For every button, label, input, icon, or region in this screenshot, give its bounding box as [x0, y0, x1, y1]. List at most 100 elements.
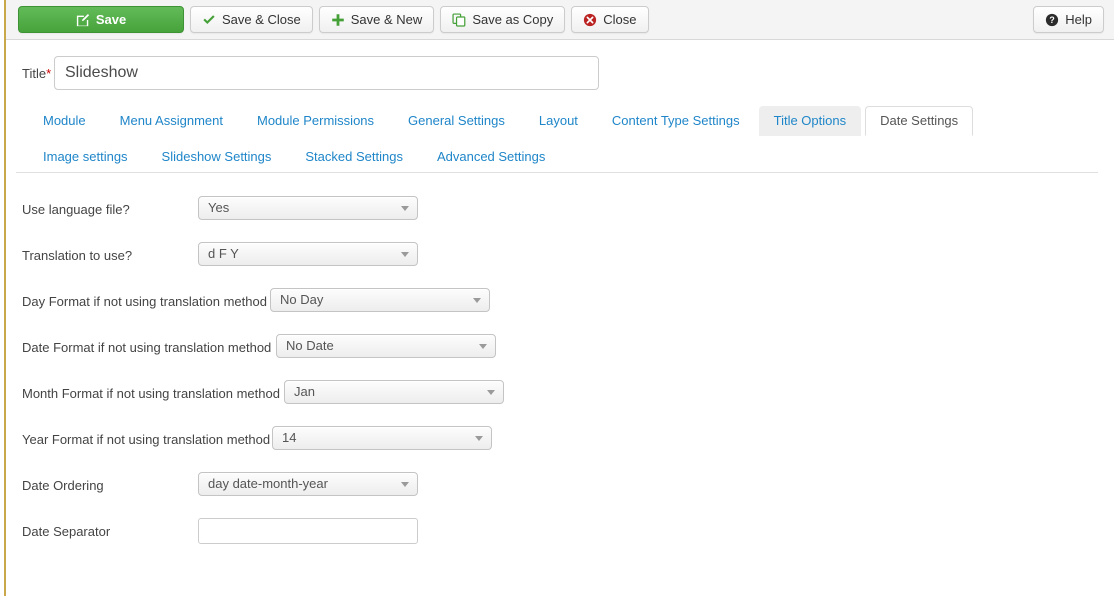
- field-label-date-format-if-not-using-translation-method: Date Format if not using translation met…: [22, 339, 272, 355]
- field-control-translation-to-use: d F Y: [198, 241, 418, 269]
- field-label-date-ordering: Date Ordering: [22, 477, 104, 493]
- tab-general-settings[interactable]: General Settings: [393, 106, 520, 136]
- save-and-close-button[interactable]: Save & Close: [190, 6, 313, 33]
- chevron-down-icon: [487, 389, 495, 395]
- tab-label: General Settings: [408, 113, 505, 128]
- close-button[interactable]: Close: [571, 6, 649, 33]
- chevron-down-icon: [401, 481, 409, 487]
- tab-module[interactable]: Module: [28, 106, 101, 136]
- save-and-new-button-label: Save & New: [350, 12, 423, 27]
- field-control-date-separator: [198, 518, 418, 544]
- help-button[interactable]: ? Help: [1033, 6, 1104, 33]
- tab-label: Menu Assignment: [119, 113, 223, 128]
- tab-menu-assignment[interactable]: Menu Assignment: [105, 106, 238, 136]
- field-row-translation-to-use: Translation to use? d F Y: [6, 232, 1106, 278]
- tab-image-settings[interactable]: Image settings: [28, 142, 143, 172]
- field-label-use-language-file: Use language file?: [22, 201, 130, 217]
- field-control-day-format-if-not-using-translation-method: No Day: [270, 287, 490, 315]
- field-label-day-format-if-not-using-translation-method: Day Format if not using translation meth…: [22, 293, 267, 309]
- select-value-year-format-if-not-using-translation-method: 14: [282, 430, 297, 445]
- tab-module-permissions[interactable]: Module Permissions: [242, 106, 389, 136]
- chevron-down-icon: [473, 297, 481, 303]
- title-field-row: Title*: [6, 56, 599, 90]
- select-value-month-format-if-not-using-translation-method: Jan: [294, 384, 315, 399]
- tab-label: Module Permissions: [256, 113, 375, 128]
- tab-label: Advanced Settings: [436, 149, 546, 165]
- field-control-use-language-file: Yes: [198, 195, 418, 223]
- select-use-language-file[interactable]: Yes: [198, 195, 418, 220]
- select-date-format-if-not-using-translation-method[interactable]: No Date: [276, 333, 496, 358]
- title-field-label: Title*: [6, 66, 54, 81]
- save-button-label: Save: [95, 12, 127, 27]
- field-row-date-separator: Date Separator: [6, 508, 1106, 554]
- field-label-year-format-if-not-using-translation-method: Year Format if not using translation met…: [22, 431, 271, 447]
- save-as-copy-button[interactable]: Save as Copy: [440, 6, 566, 33]
- tab-slideshow-settings[interactable]: Slideshow Settings: [147, 142, 287, 172]
- chevron-down-icon: [401, 205, 409, 211]
- copy-icon: [452, 12, 466, 27]
- tab-layout[interactable]: Layout: [524, 106, 593, 136]
- select-month-format-if-not-using-translation-method[interactable]: Jan: [284, 379, 504, 404]
- field-label-date-separator: Date Separator: [22, 523, 111, 539]
- save-button[interactable]: Save: [18, 6, 184, 33]
- field-control-year-format-if-not-using-translation-method: 14: [272, 425, 492, 453]
- close-button-label: Close: [603, 12, 637, 27]
- tab-label: Image settings: [43, 149, 128, 165]
- tab-date-settings[interactable]: Date Settings: [865, 106, 974, 137]
- tab-stacked-settings[interactable]: Stacked Settings: [290, 142, 418, 172]
- tab-title-options[interactable]: Title Options: [758, 106, 862, 137]
- field-row-month-format-if-not-using-translation-method: Month Format if not using translation me…: [6, 370, 1106, 416]
- tab-label: Content Type Settings: [611, 113, 740, 128]
- required-asterisk: *: [46, 65, 52, 81]
- tab-label: Stacked Settings: [305, 149, 403, 165]
- close-circle-icon: [583, 13, 597, 27]
- field-control-date-ordering: day date-month-year: [198, 471, 418, 499]
- chevron-down-icon: [401, 251, 409, 257]
- select-translation-to-use[interactable]: d F Y: [198, 241, 418, 266]
- chevron-down-icon: [479, 343, 487, 349]
- tab-label: Slideshow Settings: [161, 149, 272, 165]
- tab-list: Module Menu Assignment Module Permissions G…: [28, 106, 1086, 173]
- field-row-use-language-file: Use language file? Yes: [6, 186, 1106, 232]
- settings-tab-bar: Module Menu Assignment Module Permissions G…: [28, 106, 1086, 173]
- field-label-month-format-if-not-using-translation-method: Month Format if not using translation me…: [22, 385, 280, 401]
- select-year-format-if-not-using-translation-method[interactable]: 14: [272, 425, 492, 450]
- field-row-date-format-if-not-using-translation-method: Date Format if not using translation met…: [6, 324, 1106, 370]
- save-and-close-button-label: Save & Close: [222, 12, 301, 27]
- toolbar-button-group: Save Save & Close Save & New Save as Cop…: [18, 6, 649, 33]
- select-value-date-format-if-not-using-translation-method: No Date: [286, 338, 334, 353]
- field-row-year-format-if-not-using-translation-method: Year Format if not using translation met…: [6, 416, 1106, 462]
- toolbar: Save Save & Close Save & New Save as Cop…: [6, 0, 1114, 40]
- field-control-month-format-if-not-using-translation-method: Jan: [284, 379, 504, 407]
- select-value-date-ordering: day date-month-year: [208, 476, 328, 491]
- save-and-new-button[interactable]: Save & New: [318, 6, 435, 33]
- select-day-format-if-not-using-translation-method[interactable]: No Day: [270, 287, 490, 312]
- help-button-label: Help: [1065, 12, 1092, 27]
- tab-advanced-settings[interactable]: Advanced Settings: [422, 142, 560, 172]
- edit-square-icon: [76, 13, 90, 27]
- field-row-day-format-if-not-using-translation-method: Day Format if not using translation meth…: [6, 278, 1106, 324]
- tab-label: Module: [43, 113, 86, 128]
- title-input[interactable]: [54, 56, 599, 90]
- select-value-translation-to-use: d F Y: [208, 246, 239, 261]
- plus-icon: [331, 13, 345, 27]
- input-date-separator[interactable]: [198, 518, 418, 544]
- field-label-translation-to-use: Translation to use?: [22, 247, 133, 263]
- tab-bar-divider: [16, 172, 1098, 173]
- svg-text:?: ?: [1050, 15, 1055, 25]
- tab-label: Title Options: [773, 113, 847, 128]
- title-field-label-text: Title: [22, 65, 47, 81]
- help-circle-icon: ?: [1045, 13, 1059, 27]
- check-icon: [202, 13, 216, 27]
- field-control-date-format-if-not-using-translation-method: No Date: [276, 333, 496, 361]
- tab-content-type-settings[interactable]: Content Type Settings: [597, 106, 755, 136]
- select-value-day-format-if-not-using-translation-method: No Day: [280, 292, 324, 307]
- left-accent-rail: [4, 0, 6, 596]
- date-settings-form: Use language file? Yes Translation to use?…: [6, 186, 1106, 554]
- select-value-use-language-file: Yes: [208, 200, 230, 215]
- field-row-date-ordering: Date Ordering day date-month-year: [6, 462, 1106, 508]
- tab-label: Layout: [538, 113, 578, 128]
- tab-label: Date Settings: [880, 113, 959, 128]
- select-date-ordering[interactable]: day date-month-year: [198, 471, 418, 496]
- save-as-copy-button-label: Save as Copy: [472, 12, 554, 27]
